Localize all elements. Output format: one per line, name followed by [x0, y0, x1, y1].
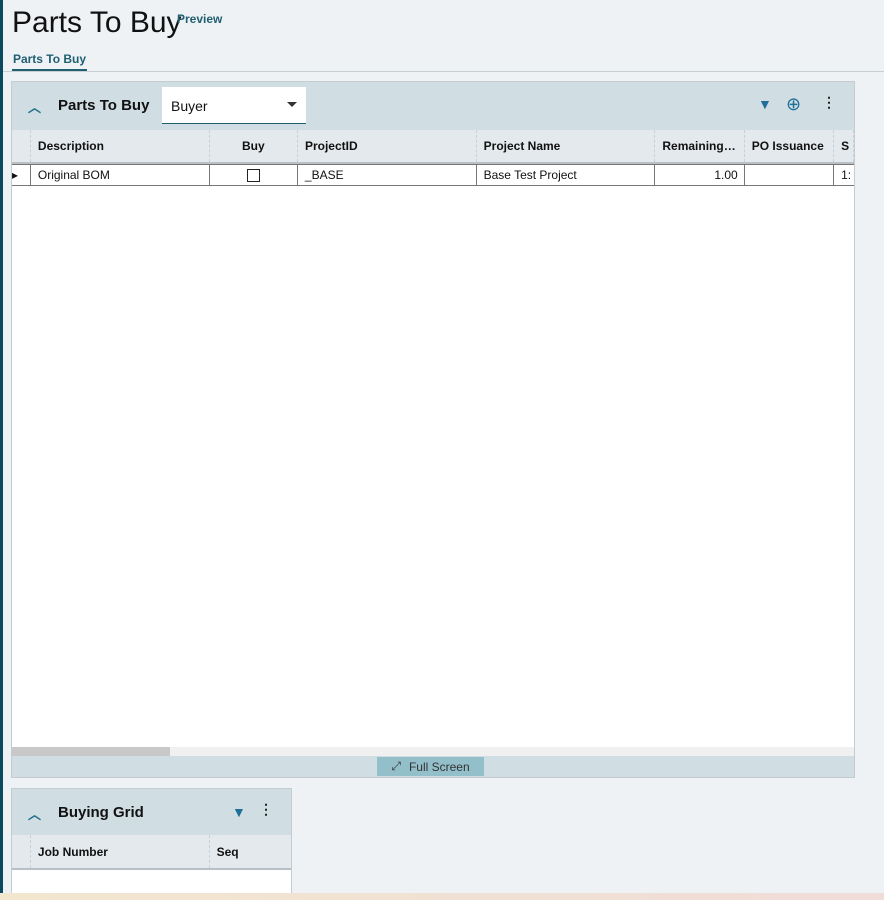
panel-footer: ⤢ Full Screen	[12, 756, 854, 777]
column-header[interactable]: Buy	[210, 130, 298, 162]
panel-header: ︿ Buying Grid ▼ ⋮	[12, 789, 291, 835]
panel-title: Parts To Buy	[58, 97, 150, 114]
column-header[interactable]: S	[834, 130, 855, 162]
column-header[interactable]: ProjectID	[298, 130, 477, 162]
panel-header: ︿ Parts To Buy Buyer ▼ ⊕ ⋮	[12, 82, 854, 130]
full-screen-label: Full Screen	[408, 759, 470, 774]
cell-description[interactable]: Original BOM	[31, 165, 210, 185]
column-header[interactable]: Description	[31, 130, 210, 162]
collapse-chevron-icon[interactable]: ︿	[28, 97, 41, 116]
scrollbar-thumb[interactable]	[12, 747, 170, 756]
cell-remaining[interactable]: 1.00	[655, 165, 745, 185]
grid-header: Description Buy ProjectID Project Name R…	[12, 130, 855, 164]
tab-parts-to-buy[interactable]: Parts To Buy	[12, 52, 87, 71]
filter-icon[interactable]: ▼	[232, 804, 246, 820]
buying-grid-panel: ︿ Buying Grid ▼ ⋮ Job Number Seq	[11, 788, 292, 898]
buyer-dropdown[interactable]: Buyer	[162, 87, 306, 124]
row-indicator-header	[12, 130, 31, 162]
more-options-icon[interactable]: ⋮	[259, 801, 273, 818]
row-indicator-header	[12, 835, 31, 868]
panel-title: Buying Grid	[58, 804, 144, 821]
expand-icon: ⤢	[391, 759, 401, 773]
column-header[interactable]: Job Number	[31, 835, 210, 868]
parts-to-buy-panel: ︿ Parts To Buy Buyer ▼ ⊕ ⋮ Description B…	[11, 81, 855, 778]
preview-badge: Preview	[177, 12, 223, 26]
dropdown-value: Buyer	[171, 98, 208, 114]
column-header[interactable]: PO Issuance	[745, 130, 835, 162]
column-header[interactable]: Project Name	[477, 130, 656, 162]
filter-icon[interactable]: ▼	[758, 96, 772, 112]
taskbar-strip	[0, 893, 884, 900]
row-indicator-icon: ▸	[12, 165, 31, 185]
horizontal-scrollbar[interactable]	[12, 747, 854, 756]
cell-s[interactable]: 1:	[834, 165, 854, 185]
collapse-chevron-icon[interactable]: ︿	[28, 804, 41, 823]
buy-checkbox-cell[interactable]	[210, 165, 298, 185]
buy-checkbox[interactable]	[246, 168, 260, 182]
add-circle-icon[interactable]: ⊕	[786, 94, 801, 115]
full-screen-button[interactable]: ⤢ Full Screen	[377, 757, 484, 776]
chevron-down-icon	[287, 102, 297, 107]
column-header[interactable]: Seq	[210, 835, 291, 868]
cell-po-issuance[interactable]	[745, 165, 835, 185]
grid-header: Job Number Seq	[12, 835, 291, 870]
column-header[interactable]: Remaining…	[655, 130, 745, 162]
table-row[interactable]: ▸ Original BOM _BASE Base Test Project 1…	[12, 164, 854, 186]
page-title: Parts To Buy	[12, 6, 182, 39]
left-accent-bar	[0, 0, 3, 893]
more-options-icon[interactable]: ⋮	[822, 94, 836, 111]
tab-divider	[3, 71, 884, 72]
cell-project-name[interactable]: Base Test Project	[477, 165, 656, 185]
cell-project-id[interactable]: _BASE	[298, 165, 477, 185]
